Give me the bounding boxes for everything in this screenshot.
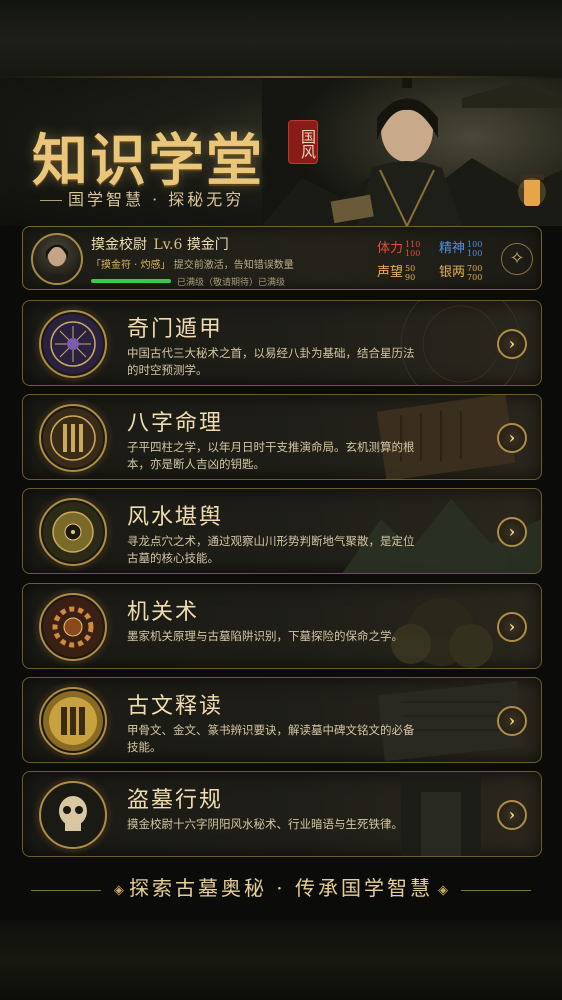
footer-text: 探索古墓奥秘 · 传承国学智慧 <box>128 876 434 900</box>
stat-label: 体力 <box>377 241 404 256</box>
chevron-right-icon[interactable]: › <box>497 611 527 642</box>
level-progress-text: 已满级（敬请期待）已满级 <box>177 278 286 288</box>
footer-ornament-right <box>461 890 532 891</box>
luopan-icon <box>39 498 107 567</box>
card-title: 八字命理 <box>127 411 224 437</box>
stat-value: 110 100 <box>405 240 420 258</box>
stat-silver: 银两 700 700 <box>439 261 482 282</box>
card-description: 甲骨文、金文、篆书辨识要诀，解读墓中碑文铭文的必备技能。 <box>127 722 415 754</box>
footer-slogan: ◈ 探索古墓奥秘 · 传承国学智慧 ◈ <box>0 868 562 908</box>
card-description: 中国古代三大秘术之首，以易经八卦为基础，结合星历法的时空预测学。 <box>127 346 415 377</box>
scroll-icon <box>39 404 107 473</box>
diamond-ornament-icon: ◈ <box>438 883 449 898</box>
knowledge-card[interactable]: 风水堪舆 寻龙点穴之术，通过观察山川形势判断地气聚散，是定位古墓的核心技能。 › <box>22 488 542 575</box>
subtitle-text: 国学智慧 · 探秘无穷 <box>68 190 245 209</box>
card-title: 古文释读 <box>127 693 224 719</box>
knowledge-card[interactable]: 盗墓行规摸金校尉十六字阴阳风水秘术、行业暗语与生死铁律。 › <box>22 771 542 857</box>
stat-label: 声望 <box>377 265 404 280</box>
stat-value: 100 100 <box>467 240 482 258</box>
guofeng-seal-stamp: 国风 <box>288 120 318 164</box>
stat-stamina: 体力 110 100 <box>377 237 420 258</box>
bottom-decoration <box>0 920 562 1000</box>
avatar-portrait-icon <box>40 244 74 283</box>
subtitle-dash <box>40 200 62 201</box>
card-description: 子平四柱之学，以年月日时干支推演命局。玄机测算的根本，亦是断人吉凶的钥匙。 <box>127 440 415 472</box>
stat-label: 精神 <box>439 241 466 256</box>
player-sect: 摸金门 <box>186 237 229 253</box>
knowledge-card[interactable]: 八字命理子平四柱之学，以年月日时干支推演命局。玄机测算的根本，亦是断人吉凶的钥匙… <box>22 394 542 481</box>
footer-ornament-left <box>30 890 101 891</box>
stat-value: 700 700 <box>467 264 482 282</box>
page-title: 知识学堂 <box>32 128 264 194</box>
avatar[interactable] <box>31 233 83 285</box>
stat-current: 700 <box>467 263 483 273</box>
card-description: 寻龙点穴之术，通过观察山川形势判断地气聚散，是定位古墓的核心技能。 <box>127 534 415 566</box>
card-title: 盗墓行规 <box>127 788 224 813</box>
stat-current: 100 <box>467 239 483 249</box>
talisman-effect: 提交前激活，告知错误数量 <box>173 260 294 271</box>
player-profile-panel[interactable]: 摸金校尉 Lv.6 摸金门 「摸金符 · 灼感」 提交前激活，告知错误数量 已满… <box>22 226 542 290</box>
stat-max: 100 <box>467 248 483 258</box>
skull-icon <box>39 781 107 849</box>
diamond-ornament-icon: ◈ <box>113 883 124 898</box>
player-title: 摸金校尉 <box>91 237 147 253</box>
knowledge-card[interactable]: 古文释读甲骨文、金文、篆书辨识要诀，解读墓中碑文铭文的必备技能。 › <box>22 676 542 763</box>
bamboo-slips-icon <box>39 686 107 755</box>
chevron-right-icon[interactable]: › <box>497 423 527 454</box>
knowledge-card[interactable]: 奇门遁甲中国古代三大秘术之首，以易经八卦为基础，结合星历法的时空预测学。 › <box>22 300 542 386</box>
knowledge-card[interactable]: 机关术墨家机关原理与古墓陷阱识别，下墓探险的保命之学。 › <box>22 582 542 669</box>
bagua-icon <box>39 310 107 378</box>
stat-current: 50 <box>405 263 416 273</box>
chevron-right-icon[interactable]: › <box>497 705 527 736</box>
gear-icon <box>39 592 107 661</box>
top-banner-strip <box>0 0 562 78</box>
player-level: Lv.6 <box>153 237 183 253</box>
stat-max: 100 <box>405 248 421 258</box>
card-title: 奇门遁甲 <box>127 317 224 342</box>
stat-max: 90 <box>405 272 416 282</box>
stat-value: 50 90 <box>405 264 415 282</box>
page-subtitle: 国学智慧 · 探秘无穷 <box>40 186 244 210</box>
player-name: 摸金校尉 Lv.6 摸金门 <box>91 234 229 254</box>
chevron-right-icon[interactable]: › <box>497 800 527 830</box>
card-description: 摸金校尉十六字阴阳风水秘术、行业暗语与生死铁律。 <box>127 817 403 831</box>
talisman-name: 「摸金符 · 灼感」 <box>91 260 171 271</box>
stat-current: 110 <box>405 239 421 249</box>
card-title: 风水堪舆 <box>127 505 224 531</box>
stat-label: 银两 <box>439 265 466 280</box>
stat-spirit: 精神 100 100 <box>439 237 482 258</box>
card-description: 墨家机关原理与古墓陷阱识别，下墓探险的保命之学。 <box>127 628 403 643</box>
stat-max: 700 <box>467 272 483 282</box>
level-progress-bar <box>91 279 171 283</box>
compass-icon[interactable]: ✧ <box>501 243 533 275</box>
hero-banner: 知识学堂 国风 国学智慧 · 探秘无穷 <box>0 78 562 226</box>
talisman-note: 「摸金符 · 灼感」 提交前激活，告知错误数量 <box>91 256 294 271</box>
level-progress-fill <box>91 279 171 283</box>
stat-reputation: 声望 50 90 <box>377 261 415 282</box>
chevron-right-icon[interactable]: › <box>497 329 527 359</box>
card-title: 机关术 <box>127 599 200 625</box>
